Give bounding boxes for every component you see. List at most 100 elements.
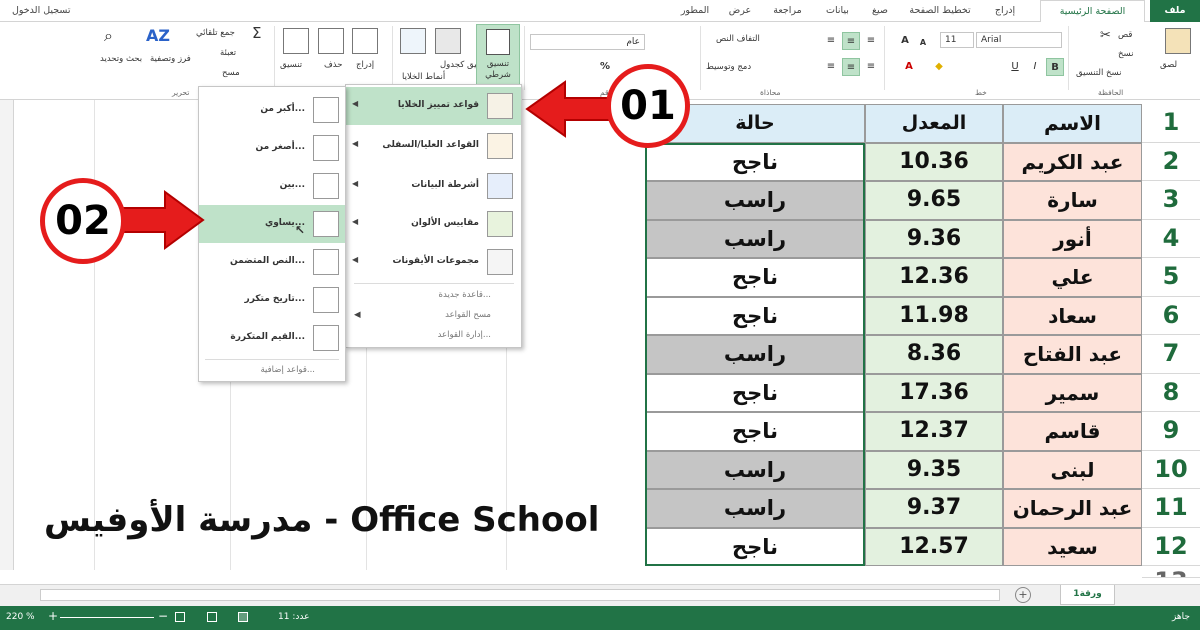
format-as-table-icon[interactable] [400, 28, 426, 54]
cf-menu-item-data-bars[interactable]: أشرطة البيانات ◀ [346, 167, 521, 205]
tab-review[interactable]: مراجعة [760, 0, 815, 22]
name-cell[interactable]: عبد الكريم [1003, 142, 1142, 181]
submenu-item-between[interactable]: بين... [199, 167, 345, 205]
decrease-font-icon[interactable]: A [914, 34, 932, 52]
sort-filter-icon[interactable]: AZ [146, 26, 170, 45]
average-cell[interactable]: 12.36 [865, 258, 1003, 297]
average-cell[interactable]: 12.57 [865, 527, 1003, 566]
name-cell[interactable]: سمير [1003, 373, 1142, 412]
submenu-item-greater-than[interactable]: أكبر من... [199, 91, 345, 129]
status-cell[interactable]: راسب [645, 450, 865, 489]
font-size-combo[interactable]: 11 [940, 32, 974, 48]
average-cell[interactable]: 8.36 [865, 335, 1003, 374]
number-format-combo[interactable]: عام [530, 34, 645, 50]
status-cell[interactable]: راسب [645, 335, 865, 374]
more-rules-command[interactable]: قواعد إضافية... [260, 365, 315, 375]
sign-in-link[interactable]: تسجيل الدخول [12, 0, 71, 22]
tab-developer[interactable]: المطور [670, 0, 720, 22]
average-cell[interactable]: 9.37 [865, 489, 1003, 528]
name-cell[interactable]: قاسم [1003, 412, 1142, 451]
insert-cells-button[interactable]: إدراج [356, 60, 374, 70]
delete-cells-button[interactable]: حذف [324, 60, 343, 70]
align-left-icon[interactable]: ≡ [822, 58, 840, 76]
row-number[interactable]: 10 [1142, 450, 1200, 489]
row-number[interactable]: 13 [1142, 566, 1200, 578]
italic-button[interactable]: I [1026, 58, 1044, 76]
row-number[interactable]: 3 [1142, 181, 1200, 220]
format-cells-icon[interactable] [283, 28, 309, 54]
average-cell[interactable]: 9.36 [865, 219, 1003, 258]
row-number[interactable]: 7 [1142, 335, 1200, 374]
row-number[interactable]: 5 [1142, 258, 1200, 297]
status-cell[interactable]: ناجح [645, 412, 865, 451]
horizontal-scrollbar[interactable] [40, 589, 1000, 601]
status-cell[interactable]: راسب [645, 219, 865, 258]
align-middle-icon[interactable]: ≡ [842, 32, 860, 50]
insert-cells-icon[interactable] [352, 28, 378, 54]
cell-styles-icon[interactable] [435, 28, 461, 54]
new-rule-command[interactable]: قاعدة جديدة... [439, 290, 491, 300]
name-cell[interactable]: عبد الرحمان [1003, 489, 1142, 528]
tab-data[interactable]: بيانات [815, 0, 860, 22]
status-cell[interactable]: راسب [645, 489, 865, 528]
underline-button[interactable]: U [1006, 58, 1024, 76]
autosum-icon[interactable]: Σ [252, 24, 261, 42]
average-cell[interactable]: 9.65 [865, 181, 1003, 220]
cf-menu-item-highlight-rules[interactable]: قواعد تمييز الخلايا ◀ [346, 87, 521, 125]
binoculars-icon[interactable]: ⌕ [104, 26, 113, 46]
cut-icon[interactable]: ✂ [1100, 28, 1111, 43]
page-break-view-icon[interactable] [175, 612, 185, 622]
conditional-formatting-button[interactable]: تنسيق شرطي [476, 24, 520, 88]
autosum-button[interactable]: جمع تلقائي [196, 28, 235, 38]
wrap-text-button[interactable]: التفاف النص [716, 34, 760, 44]
cf-menu-item-icon-sets[interactable]: مجموعات الأيقونات ◀ [346, 243, 521, 281]
align-top-icon[interactable]: ≡ [862, 32, 880, 50]
align-center-icon[interactable]: ≡ [842, 58, 860, 76]
cut-button[interactable]: قص [1118, 30, 1132, 40]
tab-page-layout[interactable]: تخطيط الصفحة [900, 0, 980, 22]
format-painter-button[interactable]: نسخ التنسيق [1076, 68, 1121, 78]
row-number[interactable]: 9 [1142, 412, 1200, 451]
average-cell[interactable]: 12.37 [865, 412, 1003, 451]
name-cell[interactable]: سعيد [1003, 527, 1142, 566]
bold-button[interactable]: B [1046, 58, 1064, 76]
submenu-item-equal-to[interactable]: يساوي... ↖ [199, 205, 345, 243]
row-number[interactable]: 2 [1142, 142, 1200, 181]
submenu-item-date-occurring[interactable]: تاريخ متكرر... [199, 281, 345, 319]
add-sheet-icon[interactable]: + [1015, 587, 1031, 603]
submenu-item-duplicate-values[interactable]: القيم المتكررة... [199, 319, 345, 357]
status-cell[interactable]: ناجح [645, 373, 865, 412]
tab-home[interactable]: الصفحة الرئيسية [1040, 0, 1145, 23]
cf-menu-item-top-bottom[interactable]: القواعد العليا/السفلى ◀ [346, 127, 521, 165]
status-cell[interactable]: ناجح [645, 296, 865, 335]
average-cell[interactable]: 11.98 [865, 296, 1003, 335]
average-cell[interactable]: 9.35 [865, 450, 1003, 489]
clear-rules-command[interactable]: مسح القواعد [445, 310, 491, 320]
row-number[interactable]: 6 [1142, 296, 1200, 335]
submenu-item-less-than[interactable]: أصغر من... [199, 129, 345, 167]
row-number[interactable]: 4 [1142, 219, 1200, 258]
header-average[interactable]: المعدل [865, 104, 1003, 143]
increase-font-icon[interactable]: A [896, 32, 914, 50]
name-cell[interactable]: أنور [1003, 219, 1142, 258]
tab-file[interactable]: ملف [1150, 0, 1200, 22]
font-color-icon[interactable]: A [900, 58, 918, 76]
average-cell[interactable]: 10.36 [865, 142, 1003, 181]
zoom-in-icon[interactable]: + [48, 610, 58, 622]
fill-color-icon[interactable]: ◆ [930, 58, 948, 76]
fill-button[interactable]: تعبئة [220, 48, 236, 58]
status-cell[interactable]: ناجح [645, 527, 865, 566]
tab-insert[interactable]: إدراج [980, 0, 1030, 22]
tab-formulas[interactable]: صيغ [860, 0, 900, 22]
row-number[interactable]: 12 [1142, 527, 1200, 566]
sheet-tab[interactable]: ورقة1 [1060, 585, 1115, 605]
zoom-level[interactable]: 220 % [6, 612, 35, 622]
name-cell[interactable]: لبنى [1003, 450, 1142, 489]
average-cell[interactable]: 17.36 [865, 373, 1003, 412]
submenu-item-text-contains[interactable]: النص المتضمن... [199, 243, 345, 281]
format-cells-button[interactable]: تنسيق [280, 60, 302, 70]
tab-view[interactable]: عرض [720, 0, 760, 22]
name-cell[interactable]: سارة [1003, 181, 1142, 220]
row-number[interactable]: 8 [1142, 373, 1200, 412]
clear-button[interactable]: مسح [222, 68, 240, 78]
